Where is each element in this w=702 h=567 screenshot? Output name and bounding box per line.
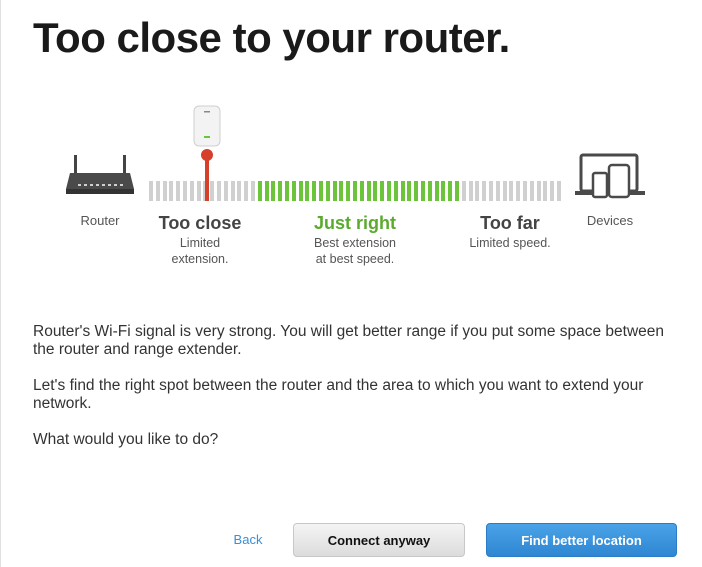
prompt-question: What would you like to do?: [33, 431, 219, 448]
scale-tick: [237, 181, 241, 201]
scale-tick: [543, 181, 547, 201]
scale-tick-good: [278, 181, 282, 201]
scale-tick: [503, 181, 507, 201]
scale-tick-good: [421, 181, 425, 201]
zone-too-far: Too far Limited speed.: [455, 213, 565, 251]
scale-tick: [251, 181, 255, 201]
scale-tick: [210, 181, 214, 201]
signal-scale: [149, 181, 561, 201]
scale-tick: [516, 181, 520, 201]
find-better-location-button[interactable]: Find better location: [486, 523, 677, 557]
signal-explanation: Router's Wi-Fi signal is very strong. Yo…: [33, 323, 665, 358]
scale-tick: [190, 181, 194, 201]
scale-tick-good: [339, 181, 343, 201]
scale-tick: [169, 181, 173, 201]
scale-tick-good: [326, 181, 330, 201]
scale-tick: [509, 181, 513, 201]
zone-too-close: Too close Limited extension.: [150, 213, 250, 267]
scale-tick: [197, 181, 201, 201]
scale-tick-good: [292, 181, 296, 201]
scale-tick-good: [407, 181, 411, 201]
extender-icon: [193, 105, 221, 147]
devices-label: Devices: [586, 213, 634, 228]
scale-tick-good: [305, 181, 309, 201]
scale-tick-good: [373, 181, 377, 201]
back-button[interactable]: Back: [226, 525, 270, 555]
scale-tick-good: [258, 181, 262, 201]
scale-tick: [482, 181, 486, 201]
zone-just-right: Just right Best extension at best speed.: [295, 213, 415, 267]
scale-tick: [523, 181, 527, 201]
scale-tick-good: [380, 181, 384, 201]
position-marker-dot: [201, 149, 213, 161]
scale-tick-good: [367, 181, 371, 201]
router-icon: [66, 155, 134, 194]
scale-tick-good: [401, 181, 405, 201]
scale-tick: [489, 181, 493, 201]
scale-tick: [163, 181, 167, 201]
zone-just-right-sub-2: at best speed.: [315, 252, 395, 266]
scale-tick-good: [319, 181, 323, 201]
zone-too-far-title: Too far: [480, 213, 540, 233]
scale-tick-good: [271, 181, 275, 201]
placement-advice: Let's find the right spot between the ro…: [33, 377, 644, 412]
scale-tick: [156, 181, 160, 201]
scale-tick: [176, 181, 180, 201]
scale-tick: [550, 181, 554, 201]
scale-tick-good: [435, 181, 439, 201]
scale-tick: [469, 181, 473, 201]
scale-tick-good: [333, 181, 337, 201]
scale-tick-good: [428, 181, 432, 201]
zone-too-far-sub-1: Limited speed.: [469, 236, 551, 250]
scale-tick: [496, 181, 500, 201]
scale-tick: [217, 181, 221, 201]
zone-too-close-sub-1: Limited: [179, 236, 221, 250]
scale-tick: [530, 181, 534, 201]
zone-too-close-sub-2: extension.: [171, 252, 229, 266]
zone-just-right-title: Just right: [313, 213, 396, 233]
zone-too-close-title: Too close: [158, 213, 242, 233]
page-title: Too close to your router.: [33, 14, 510, 61]
scale-tick: [462, 181, 466, 201]
connect-anyway-button[interactable]: Connect anyway: [293, 523, 465, 557]
scale-tick-good: [387, 181, 391, 201]
scale-tick: [557, 181, 561, 201]
scale-tick-good: [414, 181, 418, 201]
scale-tick-good: [353, 181, 357, 201]
scale-tick-good: [455, 181, 459, 201]
scale-tick-good: [285, 181, 289, 201]
zone-just-right-sub-1: Best extension: [314, 236, 396, 250]
scale-tick-good: [394, 181, 398, 201]
scale-tick-good: [346, 181, 350, 201]
scale-tick: [149, 181, 153, 201]
scale-tick: [244, 181, 248, 201]
scale-tick: [224, 181, 228, 201]
scale-tick-good: [448, 181, 452, 201]
scale-tick-good: [441, 181, 445, 201]
scale-tick-good: [360, 181, 364, 201]
scale-tick: [183, 181, 187, 201]
scale-tick-good: [265, 181, 269, 201]
scale-tick-good: [299, 181, 303, 201]
router-label: Router: [80, 213, 120, 228]
scale-tick: [537, 181, 541, 201]
signal-diagram: Router Devices Too close Limited extensi…: [0, 95, 702, 285]
devices-icon: [575, 153, 645, 199]
scale-tick-good: [312, 181, 316, 201]
scale-tick: [475, 181, 479, 201]
scale-tick: [231, 181, 235, 201]
